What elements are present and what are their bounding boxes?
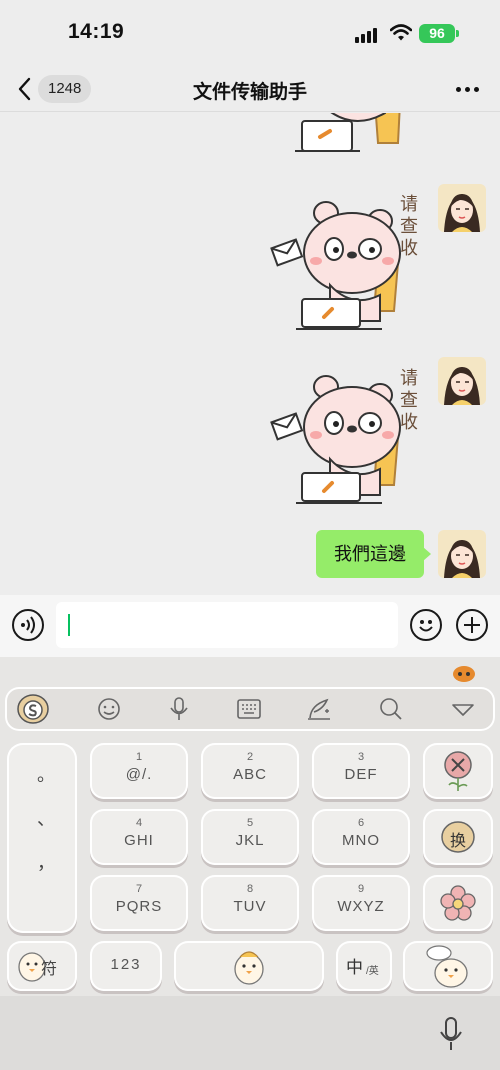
mic-icon[interactable] <box>165 697 193 721</box>
avatar[interactable] <box>438 357 486 405</box>
sticker-caption: 请查收 <box>400 194 418 258</box>
key-5[interactable]: 5 JKL <box>201 809 299 865</box>
sogou-logo-icon[interactable] <box>17 693 49 725</box>
switch-key-label: 换 <box>449 833 466 850</box>
key-6[interactable]: 6 MNO <box>312 809 410 865</box>
delete-icon <box>444 751 472 791</box>
language-key-sub: /英 <box>366 966 379 977</box>
keyboard-icon[interactable] <box>235 697 263 721</box>
space-key[interactable] <box>174 941 324 991</box>
number-key[interactable]: 123 <box>90 941 162 991</box>
plus-icon[interactable] <box>456 609 488 641</box>
cellular-signal-icon <box>355 27 379 43</box>
status-time: 14:19 <box>68 20 125 43</box>
return-key[interactable] <box>403 941 493 991</box>
duck-icon <box>426 945 468 988</box>
keyboard-skin-icon <box>453 666 475 682</box>
chat-header: 1248 文件传输助手 <box>0 66 500 112</box>
punct-key[interactable]: 。 <box>37 761 55 787</box>
symbol-key[interactable]: 符 <box>7 941 77 991</box>
number-key-label: 123 <box>110 956 142 973</box>
search-icon[interactable] <box>377 697 405 721</box>
key-7[interactable]: 7 PQRS <box>90 875 188 931</box>
text-caret <box>68 614 70 636</box>
avatar[interactable] <box>438 530 486 578</box>
collapse-icon[interactable] <box>449 697 477 721</box>
key-8[interactable]: 8 TUV <box>201 875 299 931</box>
key-3[interactable]: 3 DEF <box>312 743 410 799</box>
keyboard-bottom-bar <box>0 996 500 1070</box>
handwriting-icon[interactable] <box>305 697 333 721</box>
language-key[interactable]: 中 /英 <box>336 941 392 991</box>
sticker-message[interactable] <box>290 113 410 161</box>
voice-icon[interactable] <box>12 609 44 641</box>
chat-title: 文件传输助手 <box>192 82 307 103</box>
flower-icon <box>440 885 476 921</box>
status-bar: 14:19 96 <box>0 0 500 66</box>
sticker-caption: 请查收 <box>400 368 418 432</box>
language-key-label: 中 <box>346 958 363 977</box>
message-list[interactable]: 请查收 请查收 我們這邊 <box>0 113 500 595</box>
keyboard: 。 、 ， 1 @/. 2 ABC 3 DEF 4 GHI 5 JKL 6 MNO 换 7P… <box>0 657 500 1070</box>
mic-icon[interactable] <box>438 1016 464 1052</box>
avatar[interactable] <box>438 184 486 232</box>
enter-key[interactable] <box>423 875 493 931</box>
message-bubble[interactable]: 我們這邊 <box>316 530 431 578</box>
emoji-icon[interactable] <box>95 697 123 721</box>
key-1[interactable]: 1 @/. <box>90 743 188 799</box>
battery-indicator: 96 <box>419 24 459 43</box>
input-bar <box>0 595 500 657</box>
message-input[interactable] <box>56 602 398 648</box>
key-9[interactable]: 9 WXYZ <box>312 875 410 931</box>
symbol-key-label: 符 <box>41 961 58 978</box>
more-dots-icon[interactable] <box>454 82 482 96</box>
delete-key[interactable] <box>423 743 493 799</box>
punctuation-column[interactable]: 。 、 ， <box>7 743 77 933</box>
punct-key[interactable]: 、 <box>37 805 55 831</box>
key-4[interactable]: 4 GHI <box>90 809 188 865</box>
emoji-icon[interactable] <box>410 609 442 641</box>
punct-key[interactable]: ， <box>37 849 55 875</box>
wifi-icon <box>390 24 412 41</box>
duck-icon <box>234 951 264 985</box>
key-2[interactable]: 2 ABC <box>201 743 299 799</box>
switch-key[interactable]: 换 <box>423 809 493 865</box>
keyboard-toolbar <box>5 687 495 731</box>
